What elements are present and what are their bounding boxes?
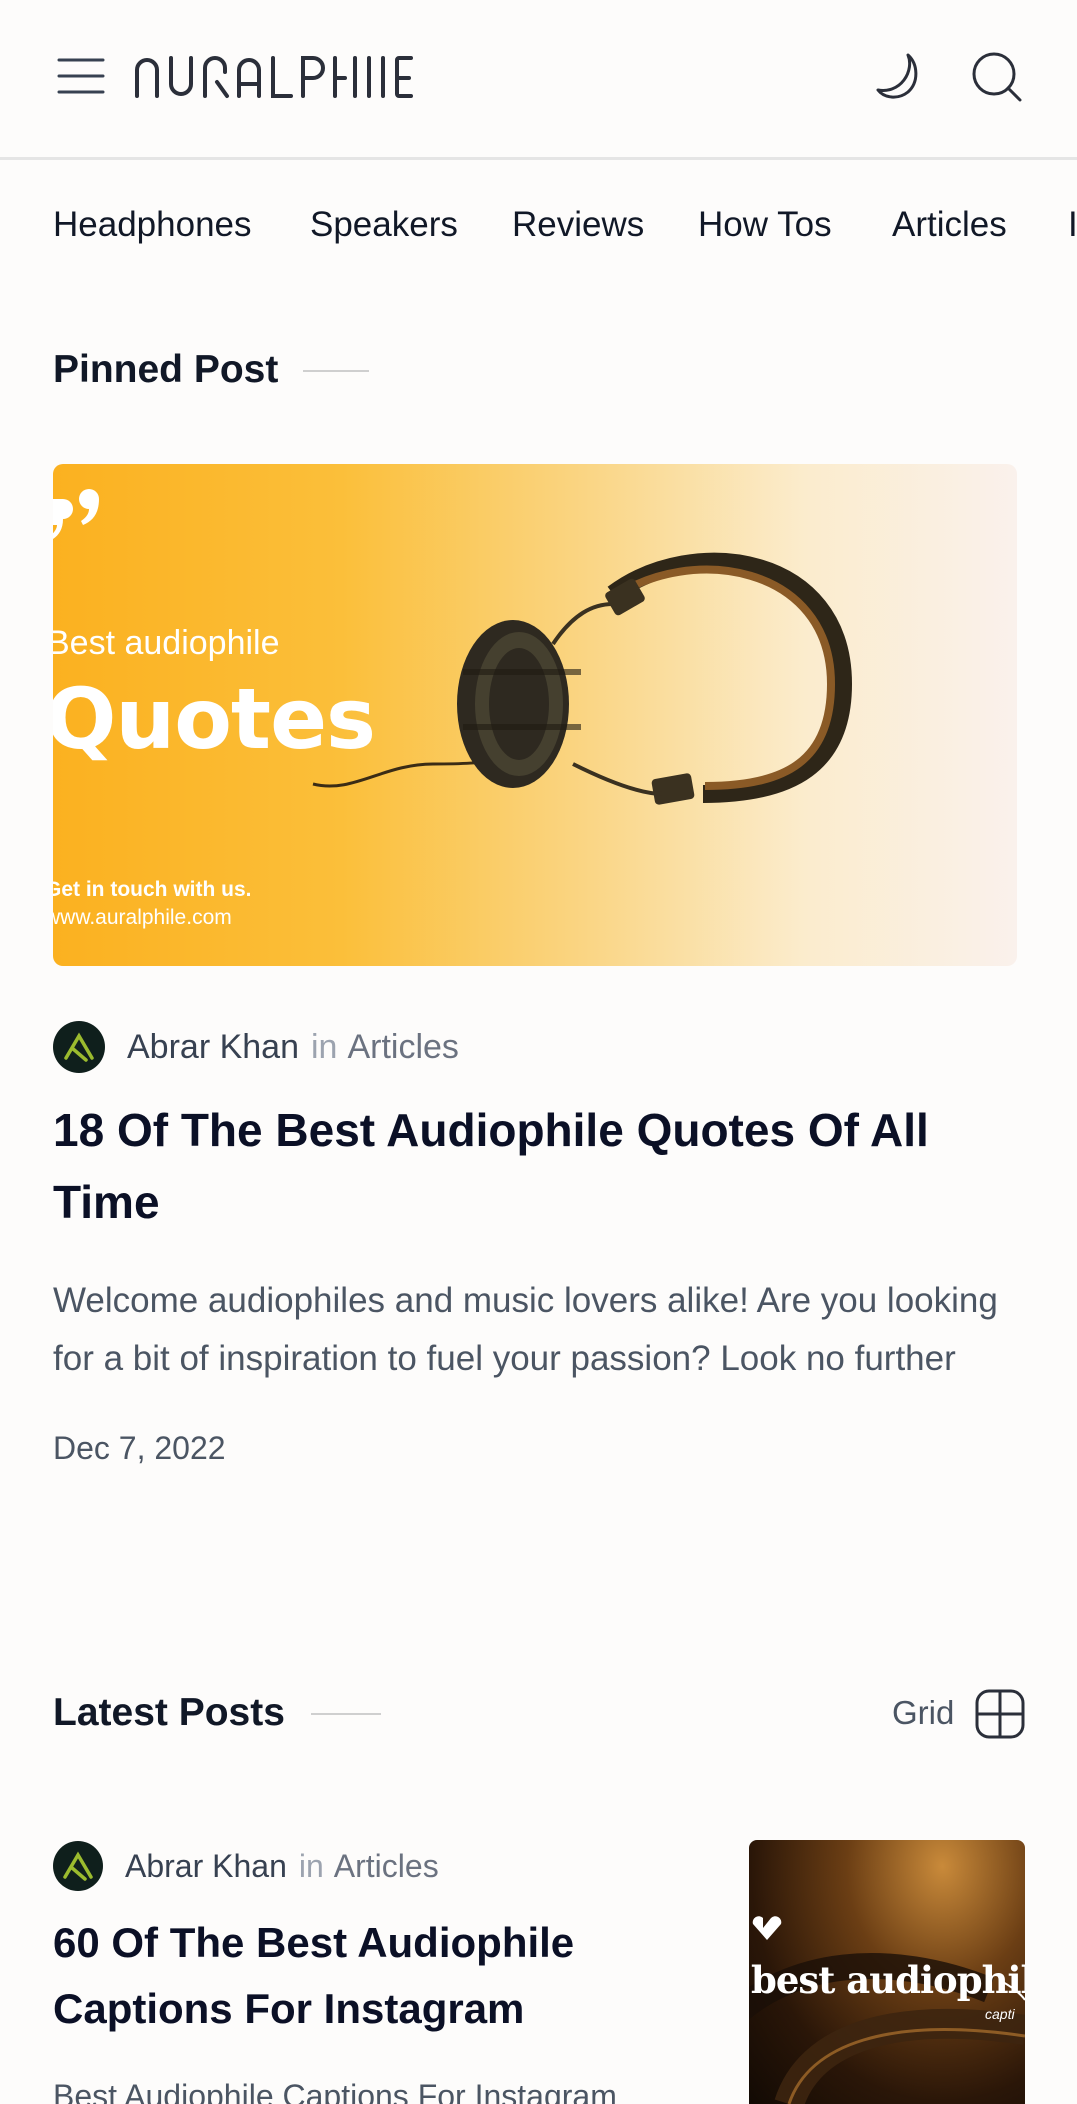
- search-button[interactable]: [970, 50, 1024, 104]
- section-divider: [311, 1713, 381, 1715]
- author-name[interactable]: Abrar Khan: [125, 1848, 287, 1885]
- author-avatar[interactable]: [53, 1021, 105, 1073]
- hero-kicker-text: Best audiophile: [53, 624, 280, 662]
- grid-icon: [975, 1689, 1025, 1739]
- pinned-post-date: Dec 7, 2022: [53, 1430, 226, 1466]
- nav-link-articles[interactable]: Articles: [892, 205, 1007, 245]
- site-logo[interactable]: [133, 52, 413, 102]
- post-meta: Abrar Khan in Articles: [53, 1840, 439, 1892]
- author-avatar[interactable]: [53, 1841, 103, 1891]
- pinned-post-excerpt: Welcome audiophiles and music lovers ali…: [53, 1281, 998, 1378]
- hamburger-icon: [57, 58, 105, 94]
- hero-url-text: www.auralphile.com: [53, 906, 232, 929]
- category-nav: Headphones Speakers Reviews How Tos Arti…: [0, 163, 1077, 293]
- avatar-logo-icon: [63, 1851, 93, 1881]
- in-label: in: [311, 1027, 338, 1066]
- site-header: [0, 0, 1077, 160]
- in-label: in: [298, 1847, 324, 1884]
- latest-post-thumbnail[interactable]: best audiophile capti: [749, 1840, 1025, 2104]
- pinned-post-title[interactable]: 18 Of The Best Audiophile Quotes Of All …: [53, 1094, 1013, 1238]
- view-toggle-label[interactable]: Grid: [892, 1694, 954, 1732]
- latest-post-title[interactable]: 60 Of The Best Audiophile Captions For I…: [53, 1910, 693, 2042]
- nav-link-how-tos[interactable]: How Tos: [698, 205, 832, 245]
- pinned-post-meta: Abrar Khan in Articles: [53, 1021, 459, 1073]
- theme-toggle-button[interactable]: [874, 50, 928, 104]
- thumbnail-text: best audiophile: [751, 1958, 1025, 2002]
- heart-icon: [752, 1916, 782, 1940]
- search-icon: [972, 52, 1022, 102]
- latest-post-excerpt: Best Audiophile Captions For Instagram: [53, 2078, 617, 2104]
- category-link[interactable]: Articles: [347, 1028, 458, 1067]
- pinned-post-image[interactable]: Best audiophile Quotes Get in touch with…: [53, 464, 1017, 966]
- thumbnail-subtext: capti: [985, 2006, 1015, 2022]
- menu-button[interactable]: [57, 54, 105, 98]
- nav-link-headphones[interactable]: Headphones: [53, 205, 252, 245]
- author-name[interactable]: Abrar Khan: [127, 1028, 299, 1067]
- nav-link-overflow[interactable]: I: [1068, 205, 1077, 245]
- avatar-logo-icon: [64, 1032, 94, 1062]
- nav-link-speakers[interactable]: Speakers: [310, 205, 458, 245]
- category-link[interactable]: Articles: [334, 1848, 439, 1885]
- nav-link-reviews[interactable]: Reviews: [512, 205, 644, 245]
- section-divider: [303, 370, 369, 372]
- logo-wordmark: [135, 56, 413, 98]
- grid-view-button[interactable]: [974, 1688, 1026, 1740]
- quote-mark-icon: [53, 489, 99, 539]
- hero-headline-text: Quotes: [53, 670, 376, 768]
- hero-contact-text: Get in touch with us.: [53, 878, 252, 901]
- moon-icon: [876, 53, 918, 99]
- latest-section-title: Latest Posts: [53, 1691, 285, 1734]
- pinned-section-title: Pinned Post: [53, 348, 279, 391]
